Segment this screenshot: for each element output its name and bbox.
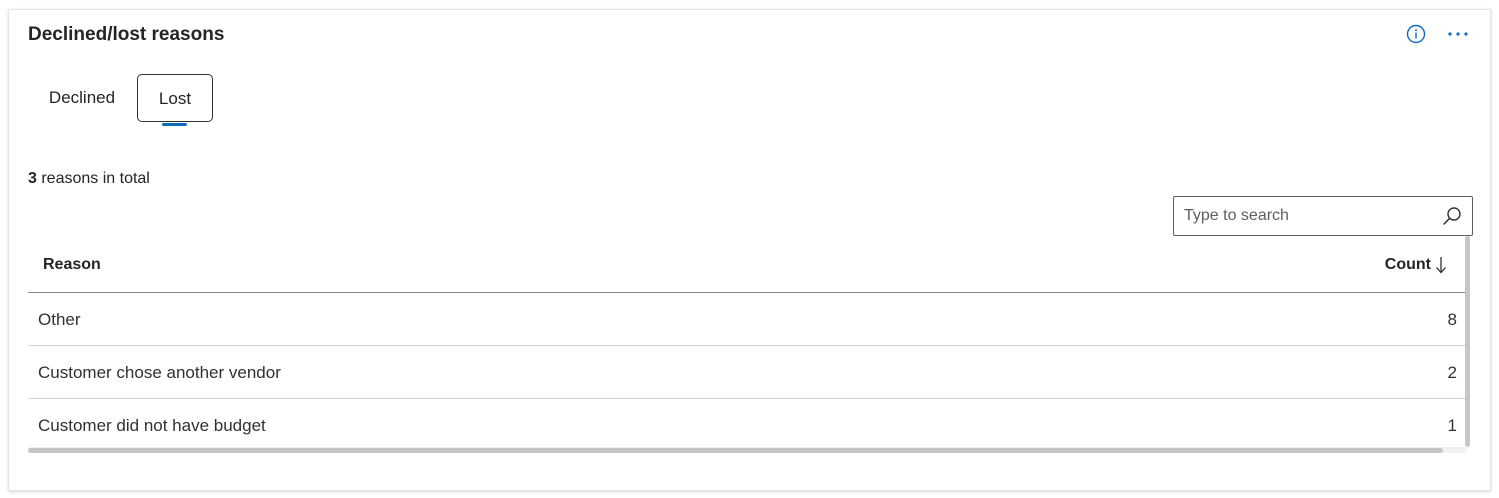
tab-declined[interactable]: Declined xyxy=(28,74,136,122)
reasons-count: 3 xyxy=(28,170,37,187)
table-row[interactable]: Other 8 xyxy=(28,293,1467,346)
reason-cell: Other xyxy=(38,310,81,329)
table-row[interactable]: Customer chose another vendor 2 xyxy=(28,346,1467,399)
vertical-scrollbar[interactable] xyxy=(1465,236,1470,447)
reasons-total: 3 reasons in total xyxy=(28,170,150,188)
selected-tab-indicator xyxy=(162,123,187,126)
reasons-table: Reason Count Other 8 Customer chose anot… xyxy=(28,238,1467,451)
column-header-count-label: Count xyxy=(1384,256,1431,273)
column-header-count[interactable]: Count xyxy=(1385,255,1447,275)
reason-cell: Customer chose another vendor xyxy=(38,363,281,382)
info-icon[interactable] xyxy=(1406,24,1426,44)
reasons-total-label: reasons in total xyxy=(36,170,150,187)
search-icon[interactable] xyxy=(1442,206,1462,226)
horizontal-scrollbar[interactable] xyxy=(28,448,1443,453)
card-title: Declined/lost reasons xyxy=(28,24,225,45)
table-row[interactable]: Customer did not have budget 1 xyxy=(28,399,1467,451)
more-options-icon[interactable] xyxy=(1445,22,1471,46)
tab-lost[interactable]: Lost xyxy=(137,74,213,122)
declined-lost-reasons-card: Declined/lost reasons Declined Lost 3 re… xyxy=(8,9,1491,491)
search-input[interactable] xyxy=(1174,197,1434,235)
count-cell: 2 xyxy=(1447,363,1457,382)
reason-cell: Customer did not have budget xyxy=(38,416,266,435)
count-cell: 1 xyxy=(1447,416,1457,435)
column-header-reason[interactable]: Reason xyxy=(43,256,101,274)
table-header: Reason Count xyxy=(28,238,1467,293)
count-cell: 8 xyxy=(1447,310,1457,329)
search-box xyxy=(1173,196,1473,236)
arrow-down-icon xyxy=(1436,257,1446,274)
